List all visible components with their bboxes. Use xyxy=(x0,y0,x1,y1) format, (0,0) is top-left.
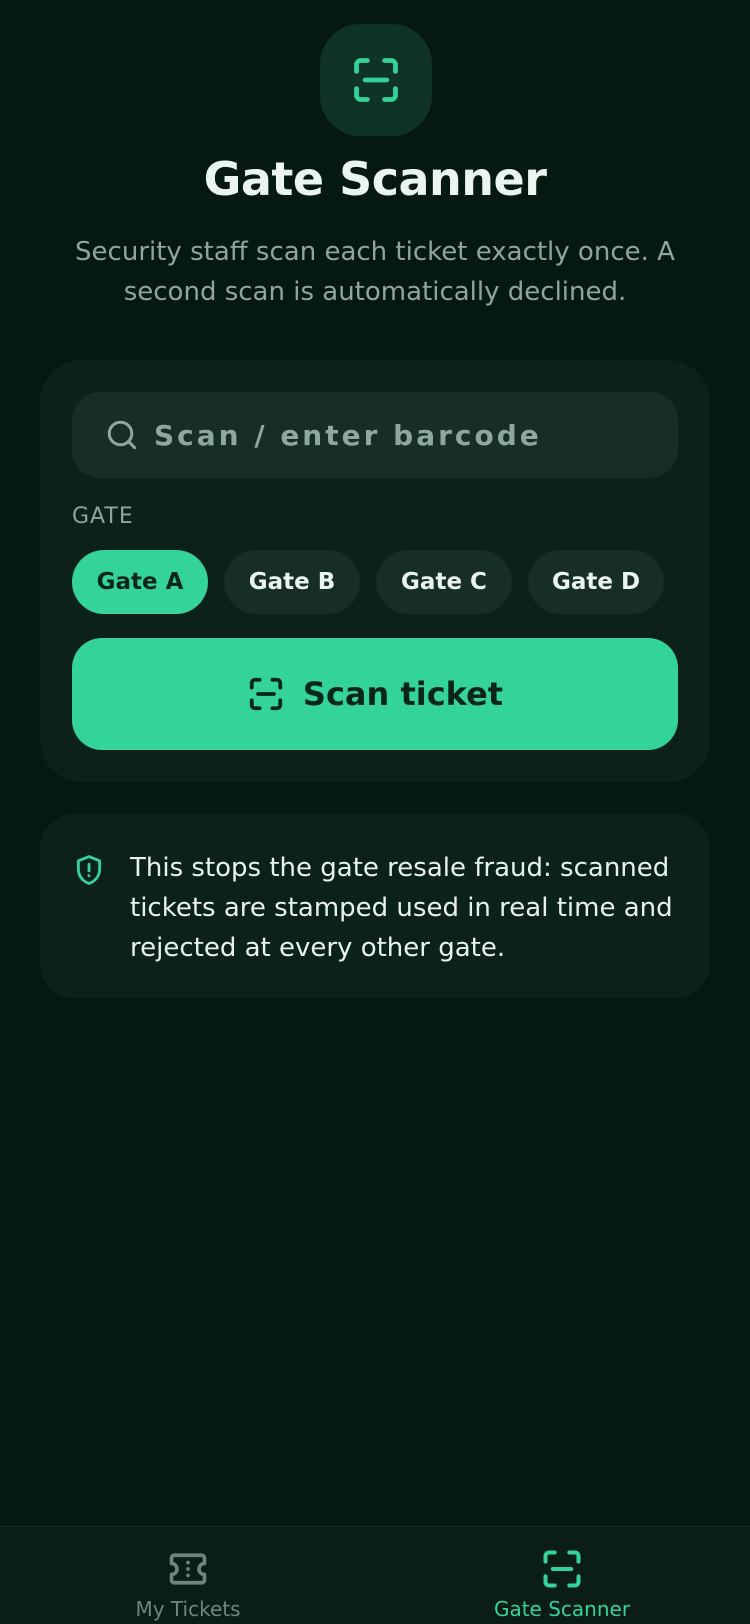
page-title: Gate Scanner xyxy=(203,152,547,206)
scan-card: GATE Gate A Gate B Gate C Gate D Scan ti… xyxy=(40,360,710,782)
gate-scanner-screen: Gate Scanner Security staff scan each ti… xyxy=(0,0,750,1624)
nav-label-gate-scanner: Gate Scanner xyxy=(493,1597,631,1621)
nav-label-my-tickets: My Tickets xyxy=(135,1597,241,1621)
gate-selector: Gate A Gate B Gate C Gate D xyxy=(72,550,664,614)
ticket-icon xyxy=(169,1553,207,1585)
shield-alert-icon xyxy=(76,855,102,885)
barcode-input[interactable] xyxy=(154,392,678,478)
scan-icon xyxy=(543,1550,581,1588)
nav-item-gate-scanner[interactable]: Gate Scanner xyxy=(432,1547,692,1624)
gate-chip-d[interactable]: Gate D xyxy=(528,550,664,614)
fraud-info-text: This stops the gate resale fraud: scanne… xyxy=(130,853,673,963)
fraud-info-card: This stops the gate resale fraud: scanne… xyxy=(40,814,710,998)
scan-icon xyxy=(354,58,398,102)
gate-chip-b[interactable]: Gate B xyxy=(224,550,360,614)
gate-chip-a[interactable]: Gate A xyxy=(72,550,208,614)
barcode-search-box[interactable] xyxy=(72,392,678,478)
page-subtitle: Security staff scan each ticket exactly … xyxy=(75,237,675,307)
hero-scan-icon-tile xyxy=(320,24,432,136)
search-icon xyxy=(107,420,137,450)
gate-label: GATE xyxy=(72,504,134,529)
scan-icon xyxy=(249,677,283,711)
scan-ticket-label: Scan ticket xyxy=(302,675,504,713)
bottom-nav: My Tickets Gate Scanner xyxy=(0,1526,750,1624)
gate-chip-c[interactable]: Gate C xyxy=(376,550,512,614)
nav-item-my-tickets[interactable]: My Tickets xyxy=(58,1547,318,1624)
scan-ticket-button[interactable]: Scan ticket xyxy=(72,638,678,750)
